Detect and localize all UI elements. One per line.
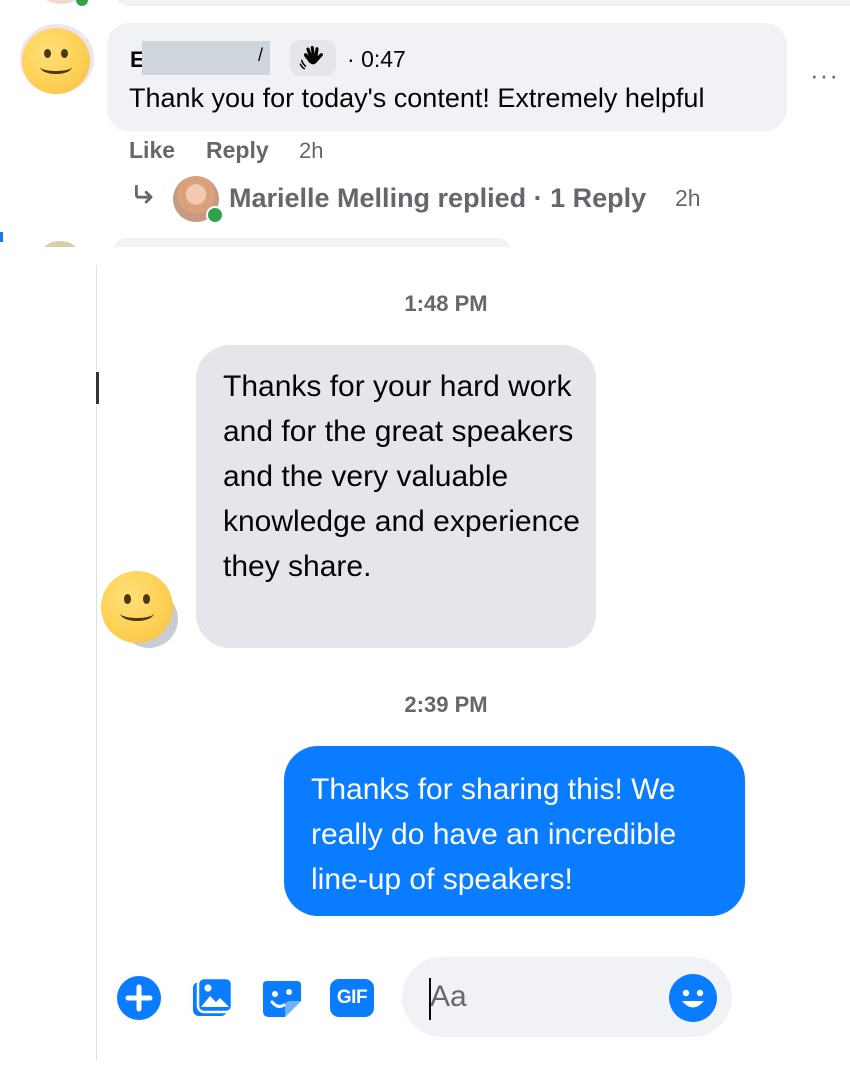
outgoing-message-text: Thanks for sharing this! We really do ha… [311,773,677,896]
text-caret [429,978,431,1020]
comment-time[interactable]: 0:47 [361,46,406,72]
redacted-name [142,41,270,75]
gif-icon[interactable]: GIF [328,974,376,1022]
comment-age[interactable]: 2h [299,138,323,164]
like-button[interactable]: Like [129,137,175,164]
comment-bubble [107,23,787,131]
comment-text: Thank you for today's content! Extremely… [129,83,705,113]
more-options-button[interactable]: ··· [810,60,839,91]
incoming-message-text: Thanks for your hard work and for the gr… [223,370,580,583]
left-edge-marker [0,232,3,242]
sender-avatar-emoji[interactable] [101,571,173,643]
reply-button[interactable]: Reply [206,137,269,164]
gif-label: GIF [330,979,374,1017]
sticker-icon[interactable] [258,974,306,1022]
plus-circle-svg [117,976,161,1020]
online-status-dot [206,206,224,224]
wave-hand-icon [299,45,323,70]
emoji-svg [670,975,716,1021]
sticker-svg [263,981,301,1017]
online-status-dot [76,0,88,6]
comment-timestamp[interactable]: · 0:47 [347,46,406,73]
plus-icon[interactable] [115,974,163,1022]
message-timestamp: 2:39 PM [404,692,488,717]
photo-icon[interactable] [188,974,236,1022]
commenter-avatar-emoji[interactable] [22,28,90,94]
dot-separator: · [347,46,355,72]
panel-edge-mark [96,372,99,404]
view-replies-link[interactable]: Marielle Melling replied · 1 Reply [229,183,646,214]
reply-arrow-icon [131,182,157,215]
reply-age: 2h [675,185,701,211]
previous-comment-bubble [112,0,850,6]
message-timestamp: 1:48 PM [404,291,488,316]
wave-badge-icon [290,40,336,76]
photo-svg [193,976,234,1016]
emoji-icon[interactable] [669,974,717,1022]
reply-arrow-svg [135,184,153,204]
commenter-name-tail: / [258,45,264,65]
